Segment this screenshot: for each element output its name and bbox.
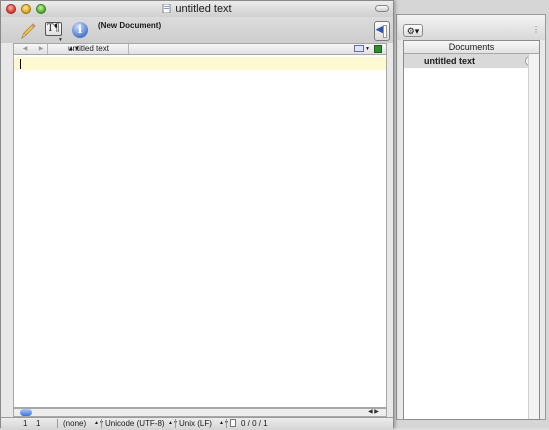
documents-list[interactable]: Documents untitled text × <box>403 40 540 420</box>
column-number[interactable]: 1 <box>36 418 40 429</box>
document-list-item-label: untitled text <box>424 56 475 66</box>
document-proxy-icon[interactable] <box>162 4 172 13</box>
window-title: untitled text <box>175 3 232 15</box>
info-icon[interactable]: i <box>72 22 88 38</box>
line-endings-popup[interactable]: Unix (LF) <box>179 418 212 429</box>
title-bar[interactable]: untitled text <box>1 1 393 17</box>
text-caret <box>20 59 21 69</box>
document-counts: 0 / 0 / 1 <box>241 419 268 428</box>
popup-stepper-icon: ▲▼ <box>219 420 229 426</box>
scroll-thumb[interactable] <box>20 409 32 416</box>
toolbar: T¶ ▼ i (New Document) ◀ <box>1 17 393 43</box>
popup-stepper-icon: ▲▼ <box>94 420 104 426</box>
popup-stepper-icon: ▲▼ <box>168 420 178 426</box>
show-drawer-button[interactable]: ◀ <box>374 21 390 41</box>
horizontal-scrollbar[interactable]: ◀ ▶ <box>13 408 387 417</box>
text-style-button[interactable]: T¶ <box>45 22 62 36</box>
document-list-item[interactable]: untitled text × <box>404 54 539 68</box>
text-editor[interactable] <box>13 55 387 408</box>
previous-arrow-icon[interactable]: ◀ <box>18 44 32 54</box>
counterpart-icon[interactable] <box>374 45 382 53</box>
drawer-toolbar: ⚙▾ ⋮ <box>397 15 545 40</box>
toolbar-toggle-button[interactable] <box>375 5 389 12</box>
close-window-button[interactable] <box>6 4 16 14</box>
divider <box>175 419 176 428</box>
divider <box>226 419 227 428</box>
divider <box>101 419 102 428</box>
chevron-down-icon: ▼ <box>365 46 370 52</box>
pencil-icon[interactable] <box>18 21 38 41</box>
document-popup[interactable]: untitled text ▲▼ <box>68 44 128 54</box>
editor-window: untitled text T¶ ▼ i (New Document) ◀ ◀ … <box>0 0 394 430</box>
navigation-bar: ◀ ▶ untitled text ▲▼ ▼ <box>13 43 387 55</box>
drawer-scrollbar[interactable] <box>528 54 539 419</box>
syntax-mode-popup[interactable]: (none) <box>63 418 86 429</box>
line-number[interactable]: 1 <box>23 418 27 429</box>
documents-column-header[interactable]: Documents <box>404 41 539 54</box>
bookmark-icon[interactable] <box>354 45 364 52</box>
divider <box>128 44 129 54</box>
arrow-left-icon: ◀ <box>376 24 383 34</box>
current-line-highlight <box>14 57 386 70</box>
encoding-popup[interactable]: Unicode (UTF-8) <box>105 418 165 429</box>
document-label: (New Document) <box>98 21 162 30</box>
action-gear-button[interactable]: ⚙▾ <box>403 24 423 37</box>
divider <box>47 44 48 54</box>
documents-drawer: ⚙▾ ⋮ Documents untitled text × <box>396 14 546 420</box>
status-bar: 1 1 (none) ▲▼ Unicode (UTF-8) ▲▼ Unix (L… <box>1 417 393 430</box>
popup-stepper-icon: ▲▼ <box>68 46 80 52</box>
scroll-arrows-icon[interactable]: ◀ ▶ <box>368 408 386 417</box>
minimize-window-button[interactable] <box>21 4 31 14</box>
drawer-panel-icon <box>383 25 387 38</box>
divider <box>57 419 58 428</box>
document-icon <box>230 419 236 427</box>
zoom-window-button[interactable] <box>36 4 46 14</box>
drawer-grip-icon: ⋮ <box>532 25 541 34</box>
gear-icon: ⚙▾ <box>406 26 420 36</box>
next-arrow-icon[interactable]: ▶ <box>34 44 48 54</box>
